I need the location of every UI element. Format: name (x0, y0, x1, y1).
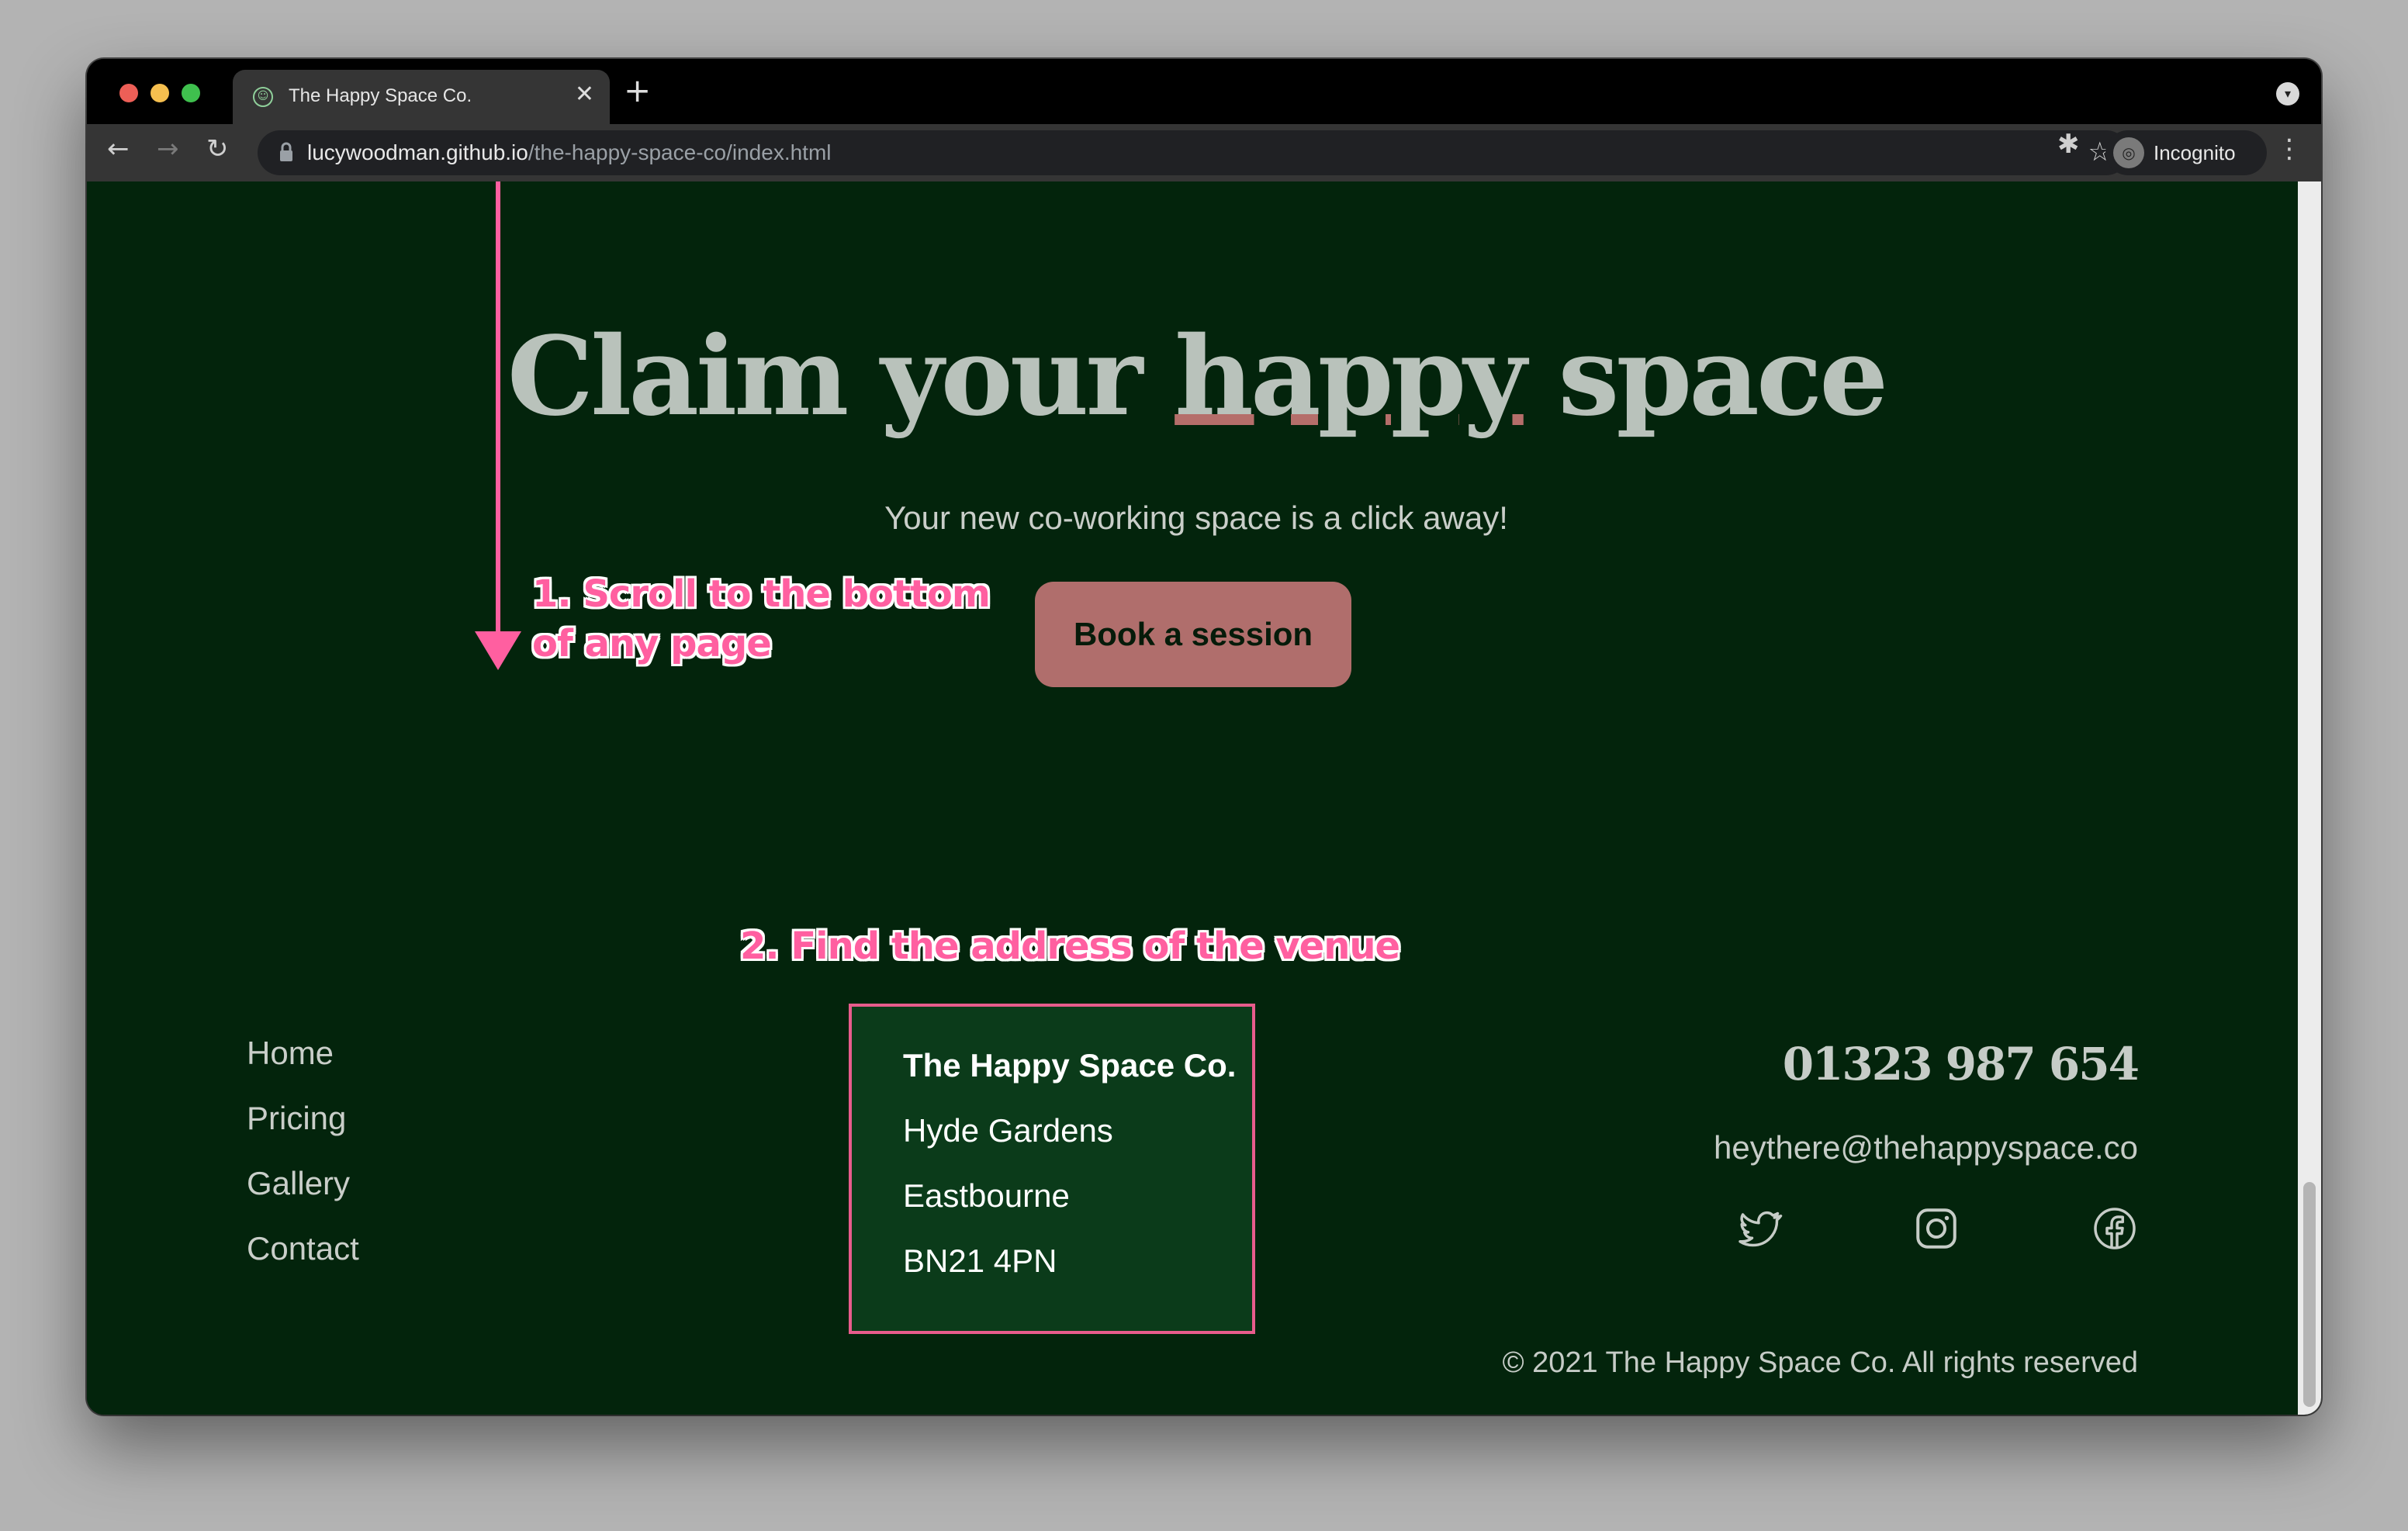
scroll-down-arrow-icon (475, 181, 521, 670)
browser-titlebar: ☺ The Happy Space Co. ✕ + ▾ (87, 59, 2321, 124)
hero-title: Claim your happy space (87, 313, 2306, 441)
hero-title-highlight: happy (1175, 313, 1527, 441)
contact-email[interactable]: heythere@thehappyspace.co (1714, 1129, 2138, 1166)
incognito-profile-button[interactable]: ◎ Incognito (2105, 130, 2267, 175)
copyright-notice: © 2021 The Happy Space Co. All rights re… (1502, 1346, 2138, 1379)
extensions-puzzle-icon[interactable]: ✱ (2057, 129, 2080, 160)
tab-search-icon[interactable]: ▾ (2276, 82, 2299, 105)
maximize-window-button[interactable] (182, 84, 200, 102)
browser-toolbar: ← → ↻ lucywoodman.github.io/the-happy-sp… (87, 124, 2321, 181)
lock-icon (280, 142, 292, 161)
address-postcode: BN21 4PN (903, 1242, 1057, 1279)
reload-icon[interactable]: ↻ (206, 133, 229, 164)
annotation-step-2: 2. Find the address of the venue (740, 924, 1400, 968)
page-viewport[interactable]: Claim your happy space Your new co-worki… (87, 181, 2321, 1415)
hero-title-start: Claim your (507, 313, 1175, 441)
new-tab-button[interactable]: + (624, 71, 651, 109)
instagram-icon[interactable] (1913, 1205, 1960, 1252)
browser-tab[interactable]: ☺ The Happy Space Co. ✕ (233, 70, 610, 124)
hero-subtitle: Your new co-working space is a click awa… (884, 499, 1508, 536)
tab-title: The Happy Space Co. (289, 85, 472, 106)
address-street: Hyde Gardens (903, 1112, 1113, 1149)
annotation-step-1: 1. Scroll to the bottom of any page (532, 569, 991, 669)
address-company-name: The Happy Space Co. (903, 1047, 1237, 1083)
footer-link-gallery[interactable]: Gallery (247, 1165, 350, 1202)
book-session-button[interactable]: Book a session (1035, 582, 1351, 687)
address-bar[interactable]: lucywoodman.github.io/the-happy-space-co… (258, 130, 2129, 175)
smiley-favicon-icon: ☺ (253, 87, 273, 107)
annotation-step-1-line-1: 1. Scroll to the bottom (532, 572, 991, 616)
annotation-step-1-line-2: of any page (532, 622, 772, 665)
footer-link-home[interactable]: Home (247, 1035, 334, 1072)
url-host: lucywoodman.github.io (307, 140, 528, 164)
forward-arrow-icon[interactable]: → (157, 133, 179, 164)
url-path: /the-happy-space-co/index.html (528, 140, 832, 164)
contact-phone[interactable]: 01323 987 654 (1783, 1038, 2140, 1090)
incognito-icon: ◎ (2113, 137, 2144, 168)
incognito-label: Incognito (2154, 141, 2236, 164)
url-text: lucywoodman.github.io/the-happy-space-co… (307, 140, 832, 165)
facebook-icon[interactable] (2091, 1205, 2138, 1252)
tab-close-icon[interactable]: ✕ (575, 81, 594, 108)
back-arrow-icon[interactable]: ← (107, 133, 130, 164)
browser-window: ☺ The Happy Space Co. ✕ + ▾ ← → ↻ lucywo… (87, 59, 2321, 1415)
minimize-window-button[interactable] (150, 84, 169, 102)
twitter-icon[interactable] (1736, 1205, 1783, 1252)
close-window-button[interactable] (119, 84, 138, 102)
page-scrollbar[interactable] (2298, 181, 2321, 1415)
scrollbar-thumb[interactable] (2303, 1182, 2316, 1407)
venue-address: The Happy Space Co. Hyde Gardens Eastbou… (849, 1004, 1255, 1334)
footer-link-contact[interactable]: Contact (247, 1230, 359, 1267)
footer-link-pricing[interactable]: Pricing (247, 1100, 346, 1137)
hero-title-end: space (1523, 313, 1889, 441)
address-town: Eastbourne (903, 1177, 1070, 1214)
browser-menu-icon[interactable]: ⋮ (2276, 133, 2302, 164)
